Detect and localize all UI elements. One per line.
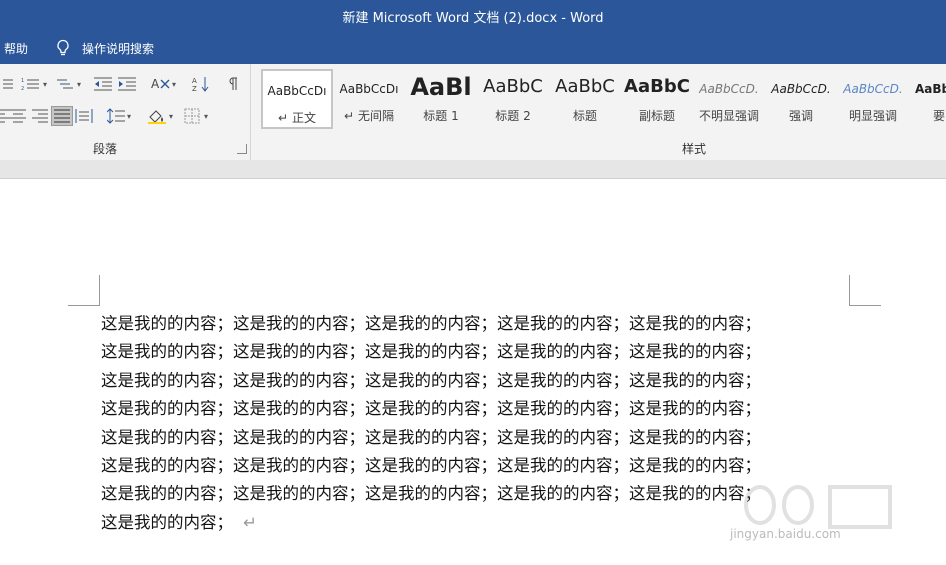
borders-icon[interactable] [181,106,203,126]
multilevel-list-icon[interactable] [53,74,75,94]
chinese-layout-dropdown-icon[interactable]: ▾ [172,80,176,89]
style-no-spacing[interactable]: AaBbCcDı ↵ 无间隔 [333,69,405,129]
text-line: 这是我的的内容；这是我的的内容；这是我的的内容；这是我的的内容；这是我的的内容； [101,399,761,419]
style-title[interactable]: AaBbC 标题 [549,69,621,129]
distributed-icon[interactable] [73,106,95,126]
style-emphasis[interactable]: AaBbCcD. 强调 [765,69,837,129]
style-heading-2[interactable]: AaBbC 标题 2 [477,69,549,129]
bullets-icon[interactable] [0,74,16,94]
ruler-area [0,160,946,179]
style-name: 要 [933,109,946,123]
tell-me-search[interactable]: 操作说明搜索 [82,40,154,57]
document-page[interactable]: 这是我的的内容；这是我的的内容；这是我的的内容；这是我的的内容；这是我的的内容；… [0,179,946,565]
style-name: ↵ 无间隔 [344,109,394,123]
window-title: 新建 Microsoft Word 文档 (2).docx - Word [342,11,604,26]
style-name: 强调 [788,109,813,123]
crop-mark-left [99,275,100,306]
style-name: 明显强调 [848,109,897,123]
svg-text:1: 1 [21,78,24,84]
style-heading-1[interactable]: AaBl 标题 1 [405,69,477,129]
style-name: 标题 [572,109,597,123]
style-name: 标题 2 [495,109,531,123]
style-sample: AaBbCcDı [267,84,327,98]
justify-icon[interactable] [51,106,73,126]
svg-text:2: 2 [21,86,24,91]
text-content: 这是我的的内容； [101,512,233,532]
decrease-indent-icon[interactable] [92,74,114,94]
style-subtitle[interactable]: AaBbC 副标题 [621,69,693,129]
styles-group-label: 样式 [682,142,707,156]
crop-mark-left-h [68,305,99,306]
style-sample: AaBbC [624,76,690,97]
menu-bar: 帮助 操作说明搜索 [0,31,946,64]
styles-gallery: AaBbCcDı ↵ 正文 AaBbCcDı ↵ 无间隔 AaBl 标题 1 A… [258,69,946,131]
increase-indent-icon[interactable] [116,74,138,94]
line-spacing-icon[interactable] [105,106,127,126]
align-center-icon[interactable] [7,106,29,126]
shading-icon[interactable] [146,106,168,126]
crop-mark-right [849,275,850,306]
show-marks-icon[interactable] [221,74,243,94]
style-strong[interactable]: AaBb 要 [909,69,946,129]
style-sample: AaBbCcDı [339,82,399,96]
paragraph-mark-icon: ↵ [243,512,257,532]
text-line: 这是我的的内容；这是我的的内容；这是我的的内容；这是我的的内容；这是我的的内容； [101,427,761,447]
style-normal[interactable]: AaBbCcDı ↵ 正文 [261,69,333,129]
watermark-text: jingyan.baidu.com [730,527,841,541]
style-sample: AaBbC [483,76,543,97]
style-sample: AaBbCcD. [699,82,759,96]
ribbon: 12 ▾ ▾ A ▾ AZ ▾ ▾ ▾ 段落 AaBbCcDı ↵ 正文 AaB… [0,64,946,161]
style-sample: AaBb [915,82,946,96]
numbering-dropdown-icon[interactable]: ▾ [43,80,47,89]
svg-text:A: A [192,77,197,85]
title-bar: 新建 Microsoft Word 文档 (2).docx - Word [0,0,946,31]
svg-text:Z: Z [192,85,197,92]
paragraph-group: 12 ▾ ▾ A ▾ AZ ▾ ▾ ▾ 段落 [0,64,251,160]
style-name: 标题 1 [423,109,459,123]
style-sample: AaBbCcD. [771,82,831,96]
style-name: 副标题 [638,109,675,123]
borders-dropdown-icon[interactable]: ▾ [204,112,208,121]
style-sample: AaBbCcD. [843,82,903,96]
multilevel-dropdown-icon[interactable]: ▾ [77,80,81,89]
style-intense-emphasis[interactable]: AaBbCcD. 明显强调 [837,69,909,129]
shading-dropdown-icon[interactable]: ▾ [169,112,173,121]
sort-icon[interactable]: AZ [190,74,212,94]
style-name: ↵ 正文 [278,111,316,125]
lightbulb-icon[interactable] [55,39,71,57]
dialog-launcher-icon[interactable] [237,144,247,154]
style-subtle-emphasis[interactable]: AaBbCcD. 不明显强调 [693,69,765,129]
style-sample: AaBbC [555,76,615,97]
numbering-icon[interactable]: 12 [19,74,41,94]
line-spacing-dropdown-icon[interactable]: ▾ [127,112,131,121]
text-line: 这是我的的内容；这是我的的内容；这是我的的内容；这是我的的内容；这是我的的内容； [101,370,761,390]
text-line: 这是我的的内容；这是我的的内容；这是我的的内容；这是我的的内容；这是我的的内容； [101,314,761,333]
svg-text:A: A [151,77,160,91]
text-line: 这是我的的内容；这是我的的内容；这是我的的内容；这是我的的内容；这是我的的内容； [101,342,761,362]
align-right-icon[interactable] [29,106,51,126]
style-name: 不明显强调 [698,109,759,123]
paragraph-group-label: 段落 [93,142,118,156]
style-sample: AaBl [410,73,472,101]
menu-help[interactable]: 帮助 [4,40,28,57]
chinese-layout-icon[interactable]: A [150,74,172,94]
baidu-watermark-logo [744,485,892,529]
crop-mark-right-h [850,305,881,306]
